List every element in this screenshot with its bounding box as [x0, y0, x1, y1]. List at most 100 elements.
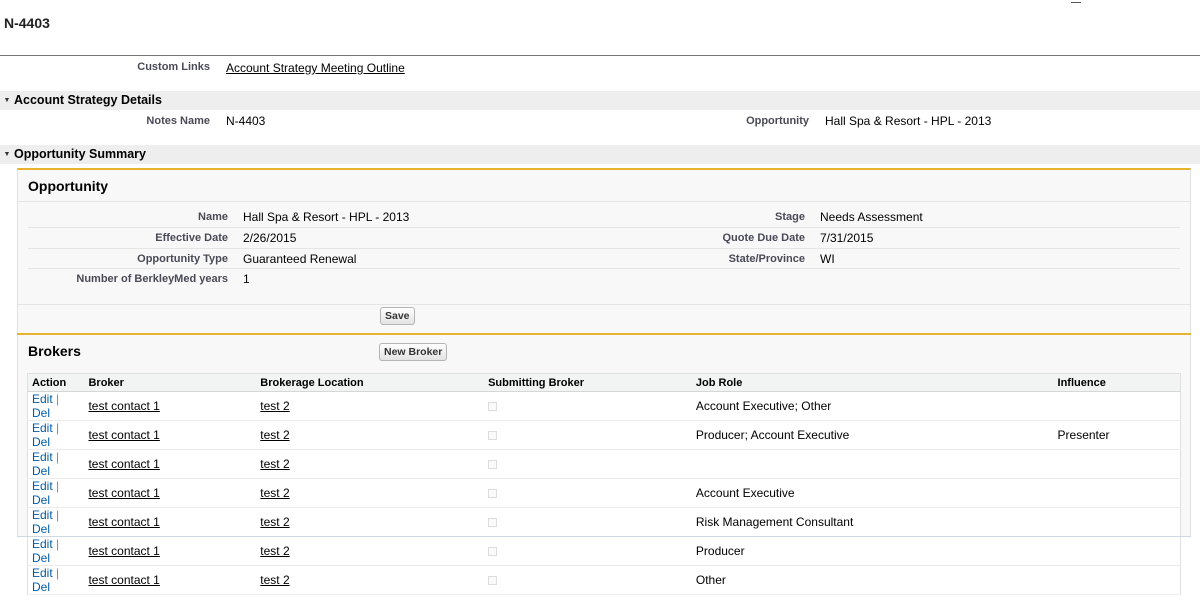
edit-link[interactable]: Edit — [32, 421, 53, 435]
submitting-cell — [484, 449, 692, 479]
table-row: Edit | Del test contact 1 test 2 Risk Manag… — [27, 507, 1181, 537]
submitting-broker-checkbox — [488, 489, 498, 499]
influence-cell — [1053, 565, 1181, 595]
berkleymed-years-value: 1 — [243, 272, 250, 286]
name-label: Name — [198, 211, 228, 223]
column-header-broker[interactable]: Broker — [84, 373, 257, 392]
submitting-broker-checkbox — [488, 547, 498, 557]
delete-link[interactable]: Del — [32, 464, 50, 478]
broker-link[interactable]: test contact 1 — [88, 399, 159, 413]
broker-cell: test contact 1 — [84, 478, 257, 508]
opportunity-summary-header[interactable]: ▼ Opportunity Summary — [0, 145, 1200, 164]
column-header-brokerage-location[interactable]: Brokerage Location — [256, 373, 485, 392]
delete-link[interactable]: Del — [32, 522, 50, 536]
delete-link[interactable]: Del — [32, 580, 50, 594]
broker-cell: test contact 1 — [84, 420, 257, 450]
broker-cell: test contact 1 — [84, 507, 257, 537]
submitting-broker-checkbox — [488, 460, 498, 470]
edit-link[interactable]: Edit — [32, 566, 53, 580]
location-cell: test 2 — [256, 478, 485, 508]
table-row: Edit | Del test contact 1 test 2 Other — [27, 565, 1181, 595]
job-role-cell — [691, 449, 1054, 479]
new-broker-button[interactable]: New Broker — [379, 343, 448, 361]
broker-cell: test contact 1 — [84, 391, 257, 421]
brokerage-location-link[interactable]: test 2 — [260, 399, 289, 413]
edit-link[interactable]: Edit — [32, 450, 53, 464]
collapse-triangle-icon[interactable]: ▼ — [0, 91, 14, 110]
broker-link[interactable]: test contact 1 — [88, 486, 159, 500]
submitting-broker-checkbox — [488, 431, 498, 441]
brokerage-location-link[interactable]: test 2 — [260, 428, 289, 442]
submitting-cell — [484, 391, 692, 421]
brokerage-location-link[interactable]: test 2 — [260, 544, 289, 558]
custom-links-label: Custom Links — [137, 61, 210, 73]
edit-link[interactable]: Edit — [32, 508, 53, 522]
broker-link[interactable]: test contact 1 — [88, 515, 159, 529]
notes-name-label: Notes Name — [146, 115, 210, 127]
column-header-action: Action — [27, 373, 85, 392]
title-divider — [0, 55, 1200, 56]
broker-link[interactable]: test contact 1 — [88, 457, 159, 471]
job-role-cell: Other — [691, 565, 1054, 595]
brokers-title: Brokers — [28, 343, 81, 359]
action-separator: | — [56, 392, 60, 406]
action-cell: Edit | Del — [27, 478, 85, 508]
table-row: Edit | Del test contact 1 test 2 Account Ex… — [27, 478, 1181, 508]
brokerage-location-link[interactable]: test 2 — [260, 457, 289, 471]
broker-link[interactable]: test contact 1 — [88, 544, 159, 558]
brokers-divider — [17, 333, 1191, 335]
account-strategy-details-header[interactable]: ▼ Account Strategy Details — [0, 91, 1200, 110]
collapse-triangle-icon[interactable]: ▼ — [0, 145, 14, 164]
quote-due-date-label: Quote Due Date — [722, 232, 805, 244]
action-separator: | — [56, 421, 60, 435]
divider — [28, 268, 1180, 269]
state-province-label: State/Province — [728, 253, 805, 265]
column-header-job-role[interactable]: Job Role — [691, 373, 1054, 392]
submitting-cell — [484, 420, 692, 450]
stage-value: Needs Assessment — [820, 210, 923, 224]
action-cell: Edit | Del — [27, 391, 85, 421]
minimize-icon[interactable] — [1071, 0, 1081, 3]
opportunity-type-value: Guaranteed Renewal — [243, 252, 357, 266]
quote-due-date-value: 7/31/2015 — [820, 231, 874, 245]
table-row: Edit | Del test contact 1 test 2 — [27, 449, 1181, 479]
berkleymed-years-label: Number of BerkleyMed years — [76, 273, 228, 285]
delete-link[interactable]: Del — [32, 406, 50, 420]
save-button[interactable]: Save — [380, 307, 415, 325]
broker-cell: test contact 1 — [84, 565, 257, 595]
broker-link[interactable]: test contact 1 — [88, 573, 159, 587]
brokerage-location-link[interactable]: test 2 — [260, 486, 289, 500]
delete-link[interactable]: Del — [32, 493, 50, 507]
table-row: Edit | Del test contact 1 test 2 Producer; … — [27, 420, 1181, 450]
broker-link[interactable]: test contact 1 — [88, 428, 159, 442]
submitting-cell — [484, 536, 692, 566]
action-cell: Edit | Del — [27, 536, 85, 566]
brokerage-location-link[interactable]: test 2 — [260, 515, 289, 529]
divider — [28, 248, 1180, 249]
influence-cell: Presenter — [1053, 420, 1181, 450]
delete-link[interactable]: Del — [32, 551, 50, 565]
opportunity-value: Hall Spa & Resort - HPL - 2013 — [825, 114, 992, 128]
opportunity-block-title: Opportunity — [28, 178, 109, 194]
action-separator: | — [56, 537, 60, 551]
action-separator: | — [56, 479, 60, 493]
delete-link[interactable]: Del — [32, 435, 50, 449]
location-cell: test 2 — [256, 565, 485, 595]
table-row: Edit | Del test contact 1 test 2 Producer — [27, 536, 1181, 566]
opportunity-label: Opportunity — [746, 115, 809, 127]
brokerage-location-link[interactable]: test 2 — [260, 573, 289, 587]
column-header-submitting-broker[interactable]: Submitting Broker — [484, 373, 692, 392]
action-separator: | — [56, 450, 60, 464]
name-value: Hall Spa & Resort - HPL - 2013 — [243, 210, 410, 224]
action-cell: Edit | Del — [27, 507, 85, 537]
edit-link[interactable]: Edit — [32, 537, 53, 551]
account-strategy-meeting-outline-link[interactable]: Account Strategy Meeting Outline — [226, 61, 405, 75]
column-header-influence[interactable]: Influence — [1053, 373, 1181, 392]
submitting-cell — [484, 565, 692, 595]
edit-link[interactable]: Edit — [32, 392, 53, 406]
influence-cell — [1053, 478, 1181, 508]
influence-cell — [1053, 536, 1181, 566]
section-title: Account Strategy Details — [14, 93, 162, 107]
action-cell: Edit | Del — [27, 565, 85, 595]
edit-link[interactable]: Edit — [32, 479, 53, 493]
